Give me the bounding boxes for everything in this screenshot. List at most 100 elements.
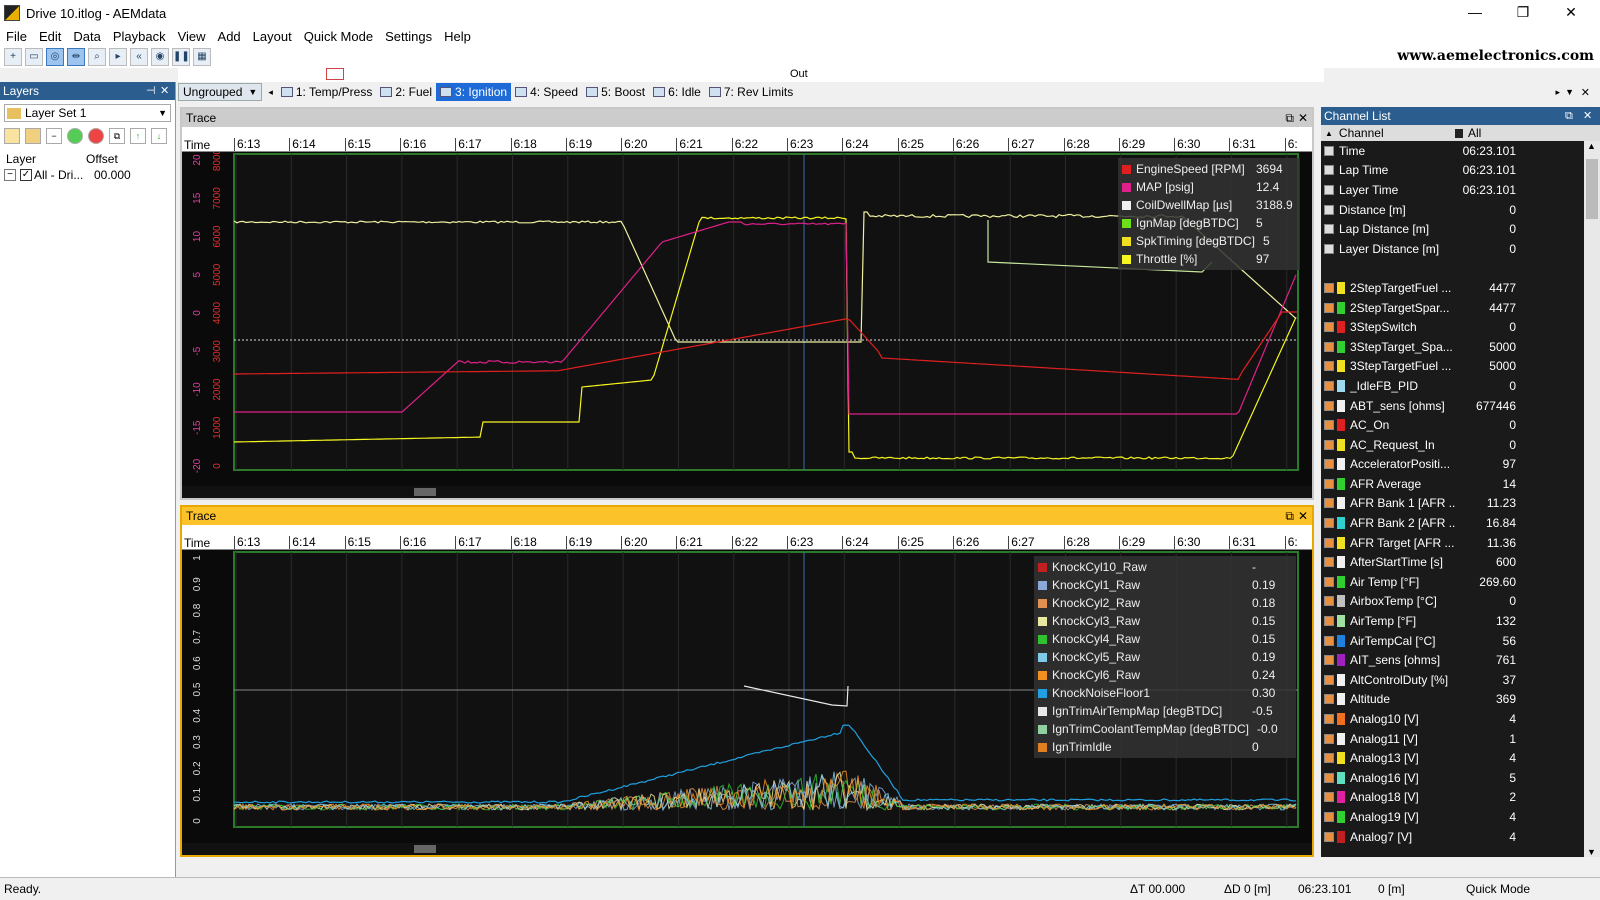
legend-item[interactable]: KnockCyl6_Raw 0.24 [1038, 666, 1292, 684]
sync-icon[interactable]: ◎ [46, 48, 64, 66]
delete-red-icon[interactable] [88, 128, 104, 144]
tab-temp-press[interactable]: 1: Temp/Press [277, 83, 376, 101]
channel-row[interactable]: Altitude 369 [1321, 689, 1600, 710]
maximize-panel-icon[interactable]: ⧉ [1565, 107, 1573, 125]
scroll-up-icon[interactable]: ▲ [1587, 141, 1596, 151]
menu-settings[interactable]: Settings [379, 29, 438, 44]
channel-row[interactable]: AIT_sens [ohms] 761 [1321, 650, 1600, 671]
vertical-scrollbar[interactable]: ▲ ▼ [1584, 141, 1600, 857]
legend-item[interactable]: KnockCyl1_Raw 0.19 [1038, 576, 1292, 594]
legend-item[interactable]: MAP [psig] 12.4 [1122, 178, 1296, 196]
close-trace-icon[interactable]: ✕ [1298, 109, 1308, 127]
layer-row[interactable]: − ✓ All - Dri... 00.000 [0, 168, 175, 182]
channel-row[interactable]: AirboxTemp [°C] 0 [1321, 591, 1600, 612]
channel-col-label[interactable]: Channel [1339, 126, 1384, 140]
minimize-button[interactable]: — [1452, 0, 1498, 26]
channel-row[interactable]: Analog7 [V] 4 [1321, 826, 1600, 847]
sort-up-icon[interactable]: ▲ [1325, 129, 1333, 138]
tab-scroll-right-icon[interactable]: ▸ [1555, 87, 1560, 98]
channel-row[interactable]: AltControlDuty [%] 37 [1321, 670, 1600, 690]
legend-item[interactable]: IgnTrimCoolantTempMap [degBTDC] -0.0 [1038, 720, 1292, 738]
channel-row[interactable]: AFR Average 14 [1321, 474, 1600, 494]
tab-idle[interactable]: 6: Idle [649, 83, 705, 101]
menu-view[interactable]: View [172, 29, 212, 44]
maximize-trace-icon[interactable]: ⧉ [1285, 109, 1294, 127]
menu-file[interactable]: File [0, 29, 33, 44]
tab-close-icon[interactable]: ✕ [1581, 86, 1590, 99]
scroll-thumb[interactable] [414, 845, 436, 853]
group-select[interactable]: Ungrouped ▼ [178, 83, 263, 101]
channel-row[interactable]: 2StepTargetSpar... 4477 [1321, 297, 1600, 318]
legend-item[interactable]: KnockCyl4_Raw 0.15 [1038, 630, 1292, 648]
maximize-button[interactable]: ❐ [1500, 0, 1546, 26]
legend-item[interactable]: KnockCyl2_Raw 0.18 [1038, 594, 1292, 612]
tab-ignition[interactable]: 3: Ignition [436, 83, 512, 101]
legend-item[interactable]: SpkTiming [degBTDC] 5 [1122, 232, 1296, 250]
channel-row[interactable]: Analog13 [V] 4 [1321, 748, 1600, 768]
open-folder-icon[interactable]: ▭ [25, 48, 43, 66]
channel-row[interactable]: Analog18 [V] 2 [1321, 787, 1600, 808]
channel-row[interactable]: _IdleFB_PID 0 [1321, 376, 1600, 396]
zoom-icon[interactable]: ⌕ [88, 48, 106, 66]
play-icon[interactable]: ▸ [109, 48, 127, 66]
stop-icon[interactable]: ◉ [151, 48, 169, 66]
horizontal-scrollbar[interactable] [182, 486, 1312, 498]
channel-row[interactable]: AFR Bank 1 [AFR ... 11.23 [1321, 493, 1600, 514]
legend-item[interactable]: KnockNoiseFloor1 0.30 [1038, 684, 1292, 702]
scroll-down-icon[interactable]: ▼ [1587, 847, 1596, 857]
remove-layer-icon[interactable]: − [46, 128, 62, 144]
menu-playback[interactable]: Playback [107, 29, 172, 44]
close-button[interactable]: ✕ [1548, 0, 1594, 26]
menu-layout[interactable]: Layout [247, 29, 298, 44]
menu-quick-mode[interactable]: Quick Mode [298, 29, 379, 44]
legend-item[interactable]: KnockCyl3_Raw 0.15 [1038, 612, 1292, 630]
menu-add[interactable]: Add [212, 29, 247, 44]
legend-item[interactable]: CoilDwellMap [µs] 3188.9 [1122, 196, 1296, 214]
channel-row[interactable]: AirTempCal [°C] 56 [1321, 630, 1600, 651]
open-log-icon[interactable]: + [4, 48, 22, 66]
tab-scroll-left-icon[interactable]: ◂ [268, 87, 273, 98]
legend-item[interactable]: Throttle [%] 97 [1122, 250, 1296, 268]
menu-edit[interactable]: Edit [33, 29, 67, 44]
legend-item[interactable]: KnockCyl10_Raw - [1038, 558, 1292, 576]
channel-row[interactable]: Analog16 [V] 5 [1321, 768, 1600, 788]
tab-boost[interactable]: 5: Boost [582, 83, 649, 101]
rewind-icon[interactable]: « [130, 48, 148, 66]
channel-row[interactable]: Analog19 [V] 4 [1321, 807, 1600, 827]
tab-menu-icon[interactable]: ▼ [1565, 87, 1574, 97]
channel-row[interactable]: AFR Bank 2 [AFR ... 16.84 [1321, 513, 1600, 533]
close-panel-icon[interactable]: ✕ [1583, 107, 1592, 125]
add-green-icon[interactable] [67, 128, 83, 144]
expand-icon[interactable]: − [4, 169, 16, 181]
horizontal-scrollbar[interactable] [182, 843, 1312, 855]
filter-icon[interactable] [1455, 128, 1463, 138]
time-axis[interactable]: Time 6:13 6:14 6:15 6:16 6:17 6:18 6:19 6:20 6:21… [182, 127, 1312, 152]
close-layers-icon[interactable]: ✕ [160, 82, 169, 100]
time-axis[interactable]: Time 6:13 6:14 6:15 6:16 6:17 6:18 6:19 6:20 6:21… [182, 525, 1312, 550]
plot-area-ignition[interactable]: 8000 20 7000 15 6000 10 5000 5 4000 0 3000 -5 2000 -1… [182, 152, 1312, 476]
channel-row[interactable]: Time 06:23.101 [1321, 141, 1600, 161]
channel-row[interactable]: Analog10 [V] 4 [1321, 709, 1600, 729]
tab-fuel[interactable]: 2: Fuel [376, 83, 436, 101]
menu-data[interactable]: Data [67, 29, 106, 44]
new-layer-icon[interactable] [4, 128, 20, 144]
layout-icon[interactable]: ▦ [193, 48, 211, 66]
channel-row[interactable]: Air Temp [°F] 269.60 [1321, 572, 1600, 592]
plot-area-knock[interactable]: 1 0.9 0.8 0.7 0.6 0.5 0.4 0.3 0.2 0.1 0 KnockCyl10… [182, 550, 1312, 833]
legend-item[interactable]: EngineSpeed [RPM] 3694 [1122, 160, 1296, 178]
all-col-label[interactable]: All [1468, 126, 1481, 140]
tab-rev-limits[interactable]: 7: Rev Limits [705, 83, 797, 101]
scroll-thumb[interactable] [1586, 159, 1598, 219]
channel-row[interactable]: AirTemp [°F] 132 [1321, 611, 1600, 631]
channel-row[interactable]: 2StepTargetFuel ... 4477 [1321, 278, 1600, 298]
channel-row[interactable]: AFR Target [AFR ... 11.36 [1321, 532, 1600, 553]
close-trace-icon[interactable]: ✕ [1298, 507, 1308, 525]
channel-row[interactable]: 3StepTargetFuel ... 5000 [1321, 356, 1600, 377]
move-up-icon[interactable]: ↑ [130, 128, 146, 144]
channel-row[interactable]: ABT_sens [ohms] 677446 [1321, 395, 1600, 416]
channel-row[interactable]: Analog11 [V] 1 [1321, 728, 1600, 749]
legend-item[interactable]: KnockCyl5_Raw 0.19 [1038, 648, 1292, 666]
tab-speed[interactable]: 4: Speed [511, 83, 582, 101]
chevron-down-icon[interactable]: ▼ [158, 108, 167, 118]
legend-item[interactable]: IgnTrimAirTempMap [degBTDC] -0.5 [1038, 702, 1292, 720]
